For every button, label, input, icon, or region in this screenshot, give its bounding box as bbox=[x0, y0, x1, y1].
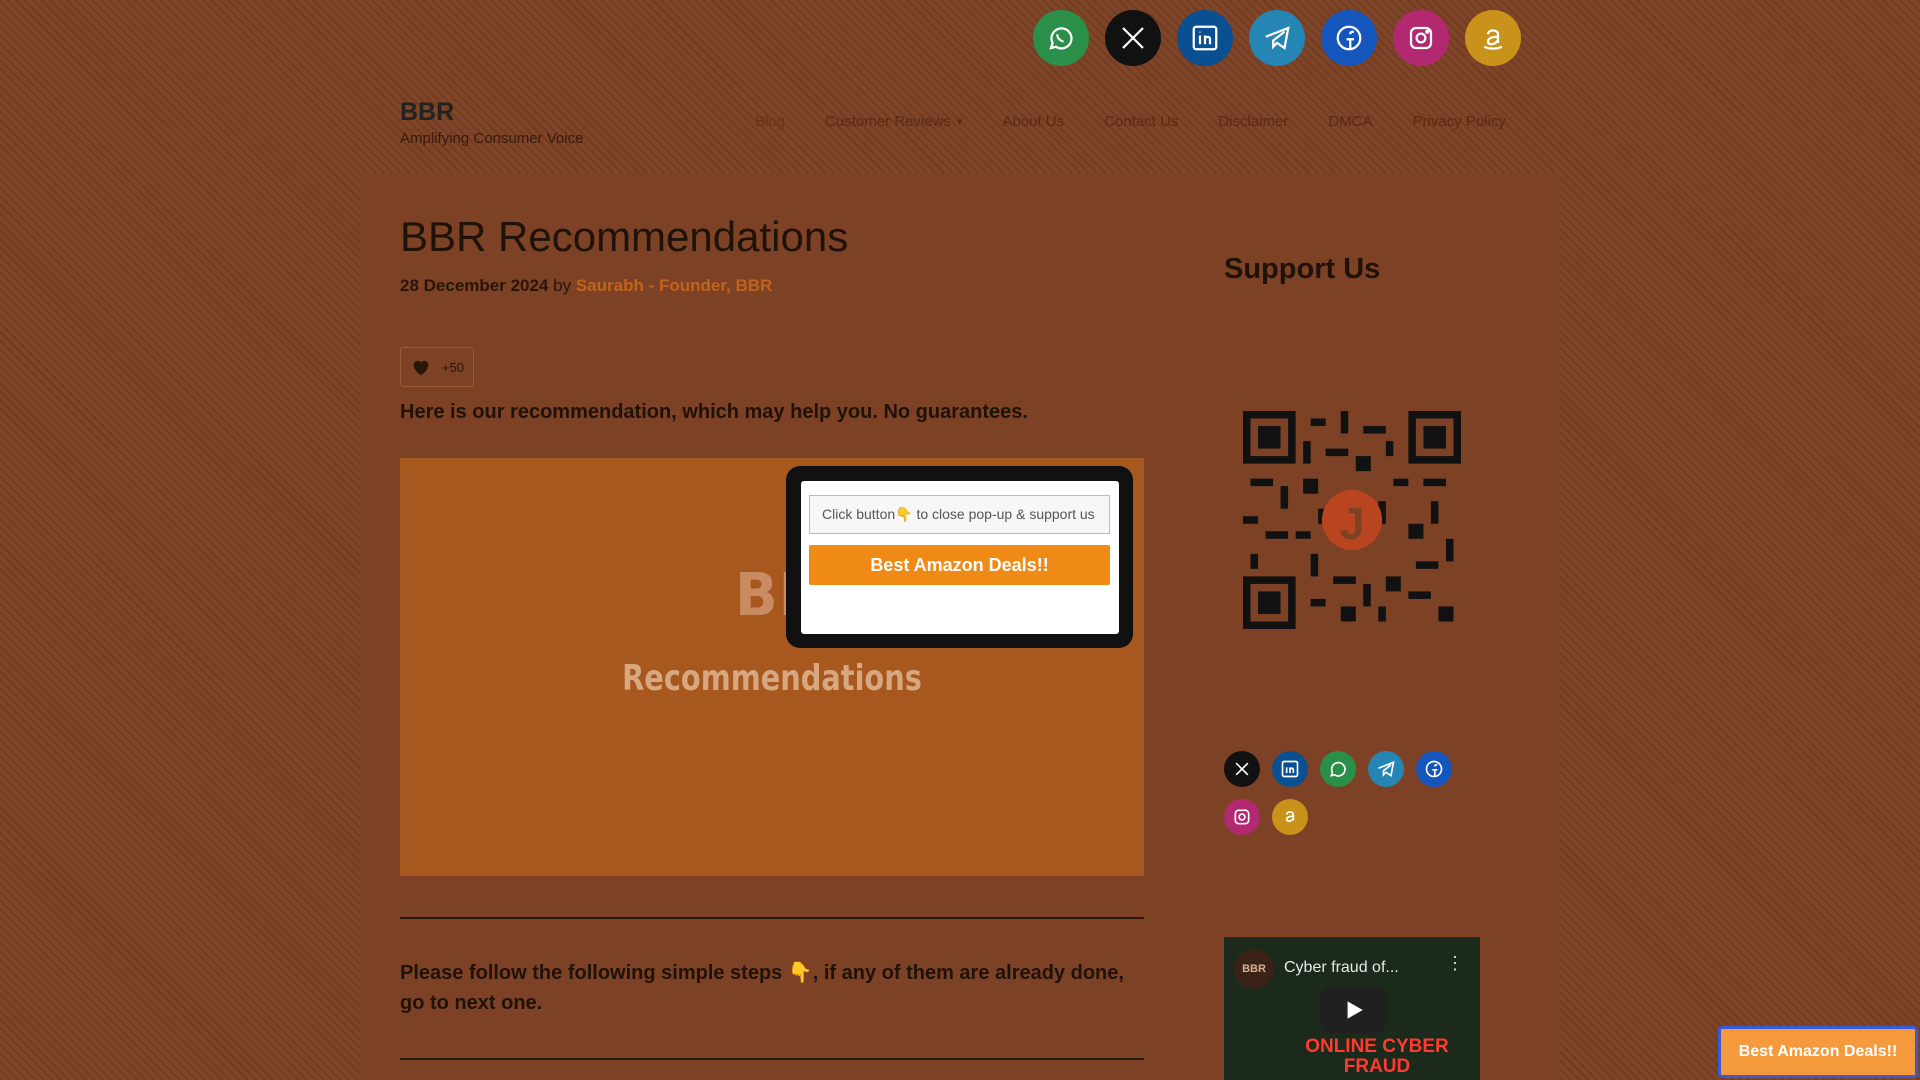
amazon-icon[interactable] bbox=[1465, 10, 1521, 66]
floating-amazon-deals-button[interactable]: Best Amazon Deals!! bbox=[1718, 1026, 1918, 1078]
hero-subtitle: Recommendations bbox=[622, 658, 922, 699]
video-thumbnail-text: ONLINE CYBER FRAUD bbox=[1305, 1036, 1449, 1077]
telegram-icon[interactable] bbox=[1368, 751, 1404, 787]
sidebar-social-links bbox=[1224, 751, 1474, 835]
qr-code: J bbox=[1243, 411, 1461, 629]
nav-item-customer-reviews[interactable]: Customer Reviews ▾ bbox=[805, 113, 982, 130]
play-button[interactable] bbox=[1319, 987, 1387, 1033]
nav-item-privacy-policy[interactable]: Privacy Policy bbox=[1393, 113, 1526, 130]
page-title: BBR Recommendations bbox=[400, 213, 849, 260]
nav-item-dmca[interactable]: DMCA bbox=[1308, 113, 1392, 130]
chevron-down-icon: ▾ bbox=[956, 116, 963, 128]
facebook-icon[interactable] bbox=[1416, 751, 1452, 787]
nav-item-contact-us[interactable]: Contact Us bbox=[1084, 113, 1198, 130]
heart-icon bbox=[413, 360, 429, 376]
like-count: +50 bbox=[441, 359, 465, 375]
post-author-link[interactable]: Saurabh - Founder, BBR bbox=[576, 276, 772, 295]
nav-item-disclaimer[interactable]: Disclaimer bbox=[1198, 113, 1308, 130]
whatsapp-icon[interactable] bbox=[1320, 751, 1356, 787]
linkedin-icon[interactable] bbox=[1177, 10, 1233, 66]
popup-message-field: Click button👇 to close pop-up & support … bbox=[809, 495, 1110, 534]
whatsapp-icon[interactable] bbox=[1033, 10, 1089, 66]
telegram-icon[interactable] bbox=[1249, 10, 1305, 66]
play-icon bbox=[1347, 1001, 1363, 1019]
divider bbox=[400, 917, 1144, 919]
site-tagline: Amplifying Consumer Voice bbox=[400, 130, 584, 147]
linkedin-icon[interactable] bbox=[1272, 751, 1308, 787]
sidebar-title: Support Us bbox=[1224, 253, 1381, 285]
divider bbox=[400, 1058, 1144, 1060]
amazon-icon[interactable] bbox=[1272, 799, 1308, 835]
popup-amazon-deals-button[interactable]: Best Amazon Deals!! bbox=[809, 545, 1110, 585]
facebook-icon[interactable] bbox=[1321, 10, 1377, 66]
channel-avatar: BBR bbox=[1234, 949, 1274, 989]
x-icon[interactable] bbox=[1224, 751, 1260, 787]
instagram-icon[interactable] bbox=[1224, 799, 1260, 835]
video-embed[interactable]: BBR Cyber fraud of... ⋮ ONLINE CYBER FRA… bbox=[1224, 937, 1480, 1080]
lead-text: Here is our recommendation, which may he… bbox=[400, 401, 1028, 423]
nav-item-about-us[interactable]: About Us bbox=[982, 113, 1084, 130]
qr-center-logo: J bbox=[1339, 498, 1364, 549]
instagram-icon[interactable] bbox=[1393, 10, 1449, 66]
like-button[interactable]: +50 bbox=[400, 347, 474, 387]
top-social-links bbox=[1033, 10, 1521, 66]
nav-item-blog[interactable]: Blog bbox=[735, 113, 805, 130]
site-title[interactable]: BBR bbox=[400, 98, 454, 127]
video-title[interactable]: Cyber fraud of... bbox=[1284, 959, 1399, 977]
more-vert-icon[interactable]: ⋮ bbox=[1446, 953, 1464, 974]
post-by: by bbox=[553, 276, 572, 295]
post-date: 28 December 2024 bbox=[400, 276, 549, 295]
main-nav: Blog Customer Reviews ▾ About Us Contact … bbox=[735, 113, 1526, 130]
x-icon[interactable] bbox=[1105, 10, 1161, 66]
post-meta: 28 December 2024 by Saurabh - Founder, B… bbox=[400, 276, 772, 296]
steps-text: Please follow the following simple steps… bbox=[400, 962, 1124, 1014]
